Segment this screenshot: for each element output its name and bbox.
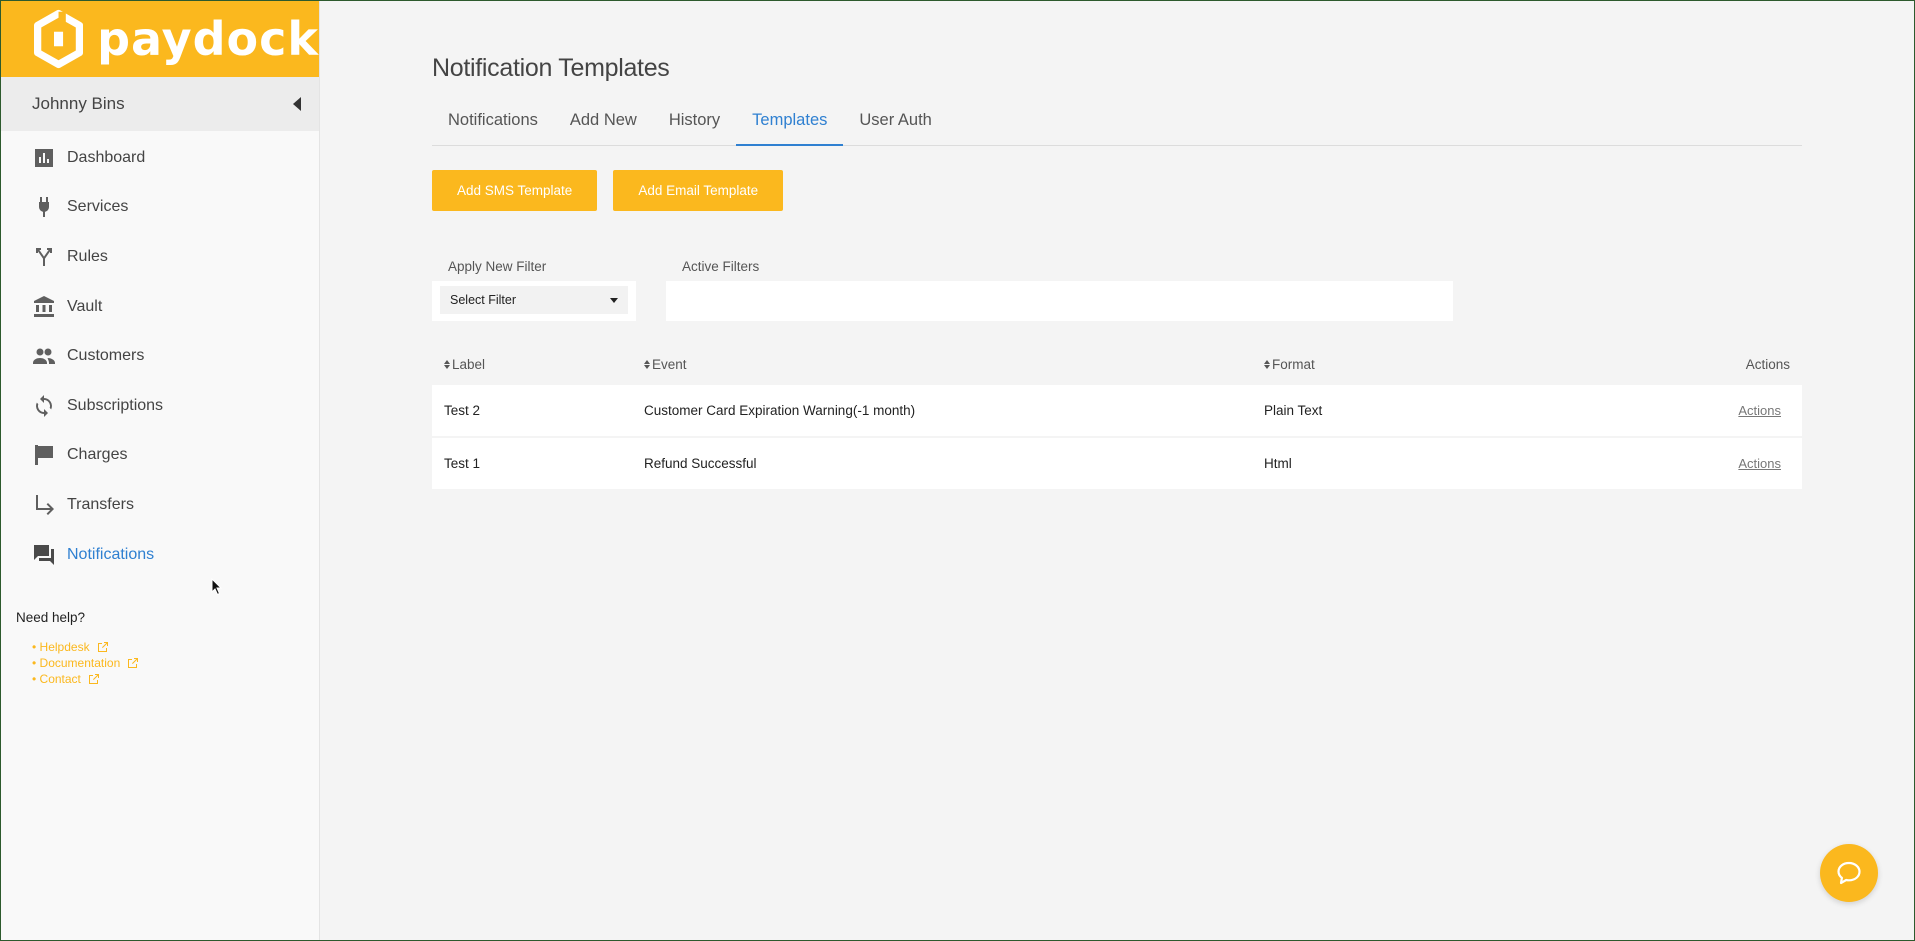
sidebar-item-subscriptions[interactable]: Subscriptions: [0, 381, 319, 431]
column-header-format-text: Format: [1272, 356, 1315, 372]
sidebar-item-notifications[interactable]: Notifications: [0, 530, 319, 580]
add-sms-template-button[interactable]: Add SMS Template: [432, 170, 598, 211]
filter-select-value: Select Filter: [450, 293, 516, 307]
filter-select-wrapper: Select Filter: [432, 281, 636, 321]
template-actions: Add SMS Template Add Email Template: [432, 170, 1802, 211]
sidebar-item-label: Notifications: [67, 545, 155, 563]
external-link-icon: [128, 658, 139, 669]
sort-icon: [444, 359, 450, 369]
sidebar: paydock Johnny Bins Dashboard Services R…: [0, 0, 320, 941]
column-header-event-text: Event: [652, 356, 687, 372]
brand-name: paydock: [97, 11, 319, 66]
tab-bar: Notifications Add New History Templates …: [432, 109, 1802, 146]
tab-history[interactable]: History: [653, 109, 736, 146]
column-header-format[interactable]: Format: [1264, 357, 1704, 372]
documentation-link-label: • Documentation: [32, 656, 121, 671]
subdirectory-arrow-icon: [32, 493, 56, 517]
contact-link[interactable]: • Contact: [32, 671, 319, 687]
active-filters-box[interactable]: [666, 281, 1453, 321]
sidebar-item-label: Dashboard: [67, 148, 146, 166]
helpdesk-link[interactable]: • Helpdesk: [32, 639, 319, 655]
chevron-down-icon: [610, 297, 618, 303]
collapse-caret-icon[interactable]: [293, 97, 301, 111]
mouse-cursor-icon: [211, 578, 223, 596]
sidebar-item-customers[interactable]: Customers: [0, 331, 319, 381]
filter-select[interactable]: Select Filter: [440, 286, 628, 314]
sidebar-item-rules[interactable]: Rules: [0, 232, 319, 282]
sidebar-item-transfers[interactable]: Transfers: [0, 480, 319, 530]
paydock-logo-mark-icon: [34, 9, 84, 68]
templates-table: Label Event Format Actions Test 2 Custom…: [432, 343, 1802, 489]
sync-icon: [32, 394, 56, 418]
bank-icon: [32, 295, 56, 319]
user-name: Johnny Bins: [32, 94, 125, 113]
table-header: Label Event Format Actions: [432, 343, 1802, 385]
external-link-icon: [97, 642, 108, 653]
sidebar-item-services[interactable]: Services: [0, 183, 319, 233]
filters-section: Apply New Filter Select Filter Active Fi…: [432, 259, 1802, 321]
flag-icon: [32, 443, 56, 467]
paydock-logo[interactable]: paydock: [0, 0, 319, 77]
sidebar-item-label: Services: [67, 198, 129, 216]
table-row: Test 2 Customer Card Expiration Warning(…: [432, 385, 1802, 436]
row-label: Test 1: [444, 456, 481, 471]
sidebar-item-vault[interactable]: Vault: [0, 282, 319, 332]
column-header-event[interactable]: Event: [644, 357, 1264, 372]
row-event: Refund Successful: [644, 456, 757, 471]
helpdesk-link-label: • Helpdesk: [32, 640, 90, 655]
people-icon: [32, 344, 56, 368]
tab-user-auth[interactable]: User Auth: [843, 109, 947, 146]
tab-templates[interactable]: Templates: [736, 109, 844, 146]
help-links: • Helpdesk • Documentation • Contact: [32, 639, 319, 687]
fork-icon: [32, 245, 56, 269]
tab-notifications[interactable]: Notifications: [432, 109, 554, 146]
sidebar-item-label: Transfers: [67, 495, 134, 513]
sidebar-item-label: Charges: [67, 446, 128, 464]
main-content: Notification Templates Notifications Add…: [432, 0, 1802, 491]
external-link-icon: [88, 674, 99, 685]
chat-bubble-icon: [1837, 861, 1861, 885]
row-event: Customer Card Expiration Warning(-1 mont…: [644, 403, 916, 418]
sort-icon: [644, 359, 650, 369]
active-filters-group: Active Filters: [636, 259, 1453, 321]
apply-filter-group: Apply New Filter Select Filter: [432, 259, 636, 321]
add-email-template-button[interactable]: Add Email Template: [613, 170, 784, 211]
help-title: Need help?: [16, 610, 86, 626]
column-header-actions: Actions: [1704, 357, 1802, 372]
row-actions-link[interactable]: Actions: [1738, 456, 1781, 471]
sidebar-nav: Dashboard Services Rules Vault Customers…: [0, 133, 319, 579]
bar-chart-icon: [32, 146, 56, 170]
row-actions-cell: Actions: [1704, 456, 1802, 471]
sidebar-item-charges[interactable]: Charges: [0, 431, 319, 481]
row-format: Html: [1264, 456, 1292, 471]
column-header-actions-text: Actions: [1745, 356, 1790, 372]
contact-link-label: • Contact: [32, 672, 81, 687]
row-format: Plain Text: [1264, 403, 1323, 418]
row-actions-cell: Actions: [1704, 403, 1802, 418]
tab-add-new[interactable]: Add New: [554, 109, 653, 146]
sort-icon: [1264, 359, 1270, 369]
apply-filter-label: Apply New Filter: [448, 259, 547, 274]
sidebar-item-label: Customers: [67, 347, 145, 365]
page-title: Notification Templates: [432, 54, 670, 82]
row-label: Test 2: [444, 403, 481, 418]
forum-icon: [32, 543, 56, 567]
sidebar-item-label: Vault: [67, 297, 103, 315]
column-header-label[interactable]: Label: [432, 357, 644, 372]
row-actions-link[interactable]: Actions: [1738, 403, 1781, 418]
sidebar-item-dashboard[interactable]: Dashboard: [0, 133, 319, 183]
documentation-link[interactable]: • Documentation: [32, 655, 319, 671]
sidebar-item-label: Rules: [67, 247, 108, 265]
user-menu[interactable]: Johnny Bins: [0, 77, 319, 131]
plug-icon: [32, 195, 56, 219]
table-row: Test 1 Refund Successful Html Actions: [432, 438, 1802, 489]
column-header-label-text: Label: [452, 356, 486, 372]
sidebar-item-label: Subscriptions: [67, 396, 164, 414]
chat-support-button[interactable]: [1820, 844, 1878, 902]
active-filters-label: Active Filters: [682, 259, 760, 274]
